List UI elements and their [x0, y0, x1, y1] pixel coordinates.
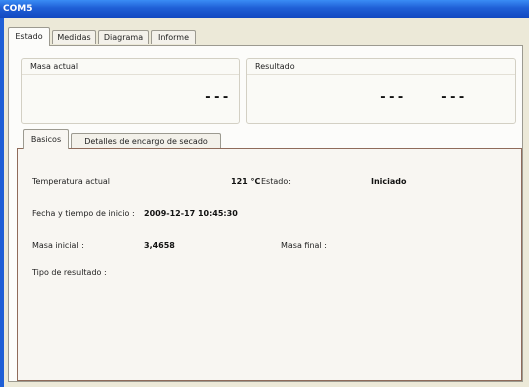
- estado-value: Iniciado: [371, 177, 407, 186]
- masa-actual-value: ---: [204, 90, 231, 105]
- resultado-label: Resultado: [247, 59, 515, 75]
- masa-final-label: Masa final :: [281, 241, 327, 250]
- window-title: COM5: [3, 4, 33, 14]
- fecha-inicio-value: 2009-12-17 10:45:30: [144, 209, 238, 218]
- temperatura-value: 121 °C: [231, 177, 261, 186]
- temperatura-label: Temperatura actual: [32, 177, 111, 186]
- masa-actual-group: Masa actual ---: [21, 58, 240, 124]
- masa-inicial-label: Masa inicial :: [32, 241, 84, 250]
- masa-actual-label: Masa actual: [22, 59, 239, 75]
- resultado-value-1: ---: [379, 90, 406, 105]
- tab-diagrama[interactable]: Diagrama: [98, 30, 149, 44]
- masa-inicial-value: 3,4658: [144, 241, 175, 250]
- resultado-group: Resultado --- ---: [246, 58, 516, 124]
- estado-label: Estado:: [261, 177, 291, 186]
- window-titlebar[interactable]: COM5: [0, 0, 529, 18]
- tab-detalles-encargo-secado[interactable]: Detalles de encargo de secado: [71, 133, 221, 148]
- estado-panel: Masa actual --- Resultado --- --- Basico…: [8, 45, 523, 382]
- tab-basicos[interactable]: Basicos: [23, 129, 69, 149]
- tab-medidas[interactable]: Medidas: [52, 30, 96, 44]
- tab-estado[interactable]: Estado: [8, 27, 50, 46]
- fecha-inicio-label: Fecha y tiempo de inicio :: [32, 209, 135, 218]
- tab-informe[interactable]: Informe: [151, 30, 196, 44]
- window-body: Estado Medidas Diagrama Informe Masa act…: [4, 18, 529, 387]
- tipo-resultado-label: Tipo de resultado :: [32, 268, 107, 277]
- resultado-value-2: ---: [440, 90, 467, 105]
- basicos-panel: Temperatura actual 121 °C Estado: Inicia…: [17, 148, 522, 381]
